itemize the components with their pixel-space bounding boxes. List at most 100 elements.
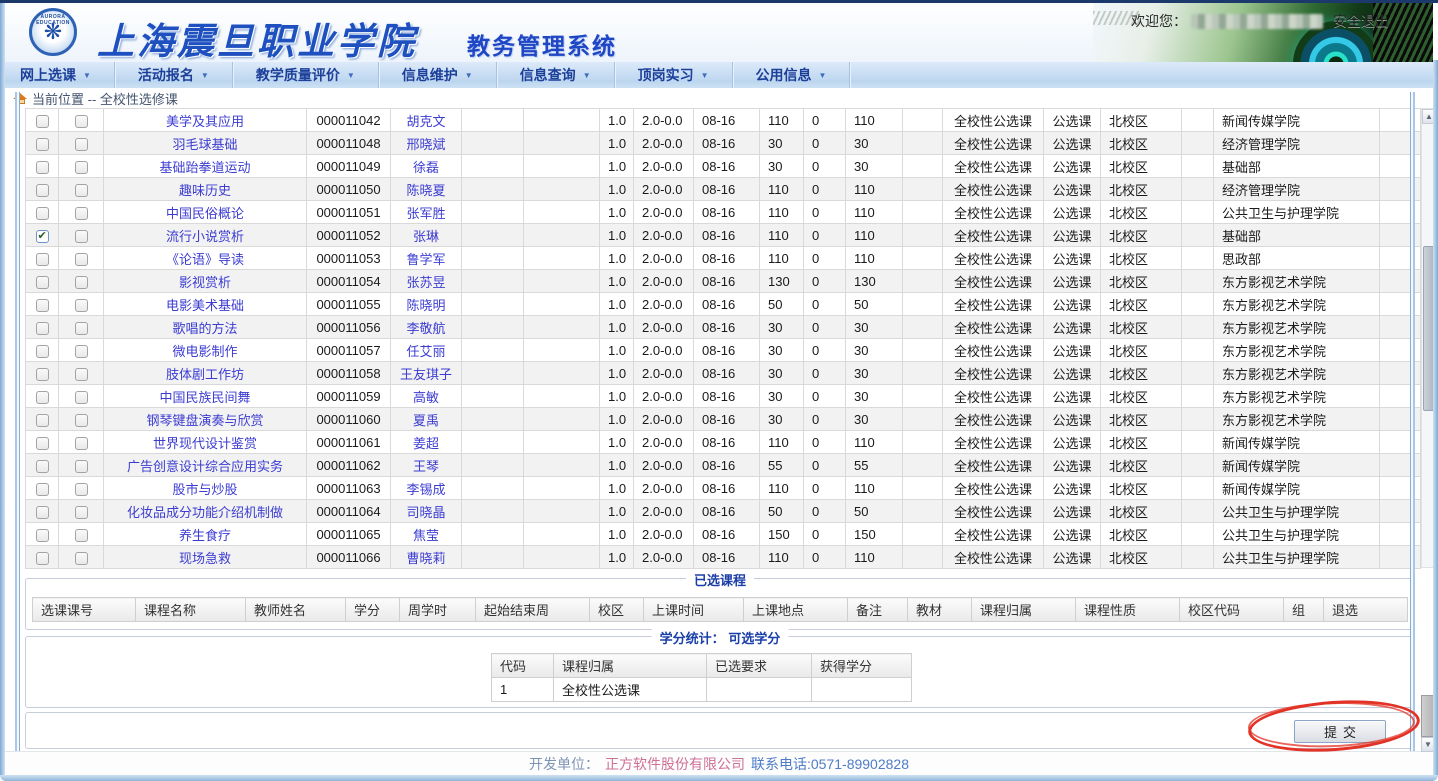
select-checkbox[interactable] [35,413,49,427]
teacher-name-link[interactable]: 王琴 [413,459,439,474]
course-name-link[interactable]: 流行小说赏析 [166,229,244,244]
course-name-link[interactable]: 现场急救 [179,551,231,566]
course-name-link[interactable]: 羽毛球基础 [172,137,237,152]
logout-link[interactable]: 安全退出 [1333,11,1389,31]
teacher-name-link[interactable]: 曹晓莉 [406,551,445,566]
nav-item-3[interactable]: 信息维护 ▼ [379,62,497,88]
course-name-link[interactable]: 养生食疗 [179,528,231,543]
course-name-link[interactable]: 电影美术基础 [166,298,244,313]
teacher-name-link[interactable]: 陈晓明 [406,298,445,313]
secondary-checkbox[interactable] [74,160,88,174]
course-name-link[interactable]: 基础跆拳道运动 [159,160,250,175]
secondary-checkbox[interactable] [74,413,88,427]
secondary-checkbox[interactable] [74,528,88,542]
secondary-checkbox[interactable] [74,298,88,312]
select-checkbox[interactable] [35,275,49,289]
secondary-checkbox[interactable] [74,367,88,381]
secondary-checkbox[interactable] [74,183,88,197]
course-name-link[interactable]: 美学及其应用 [166,114,244,129]
secondary-checkbox[interactable] [74,551,88,565]
submit-button[interactable]: 提交 [1294,720,1386,743]
select-checkbox[interactable] [35,482,49,496]
secondary-checkbox[interactable] [74,390,88,404]
course-name-link[interactable]: 化妆品成分功能介绍机制做 [127,505,283,520]
nav-item-5[interactable]: 顶岗实习 ▼ [615,62,733,88]
empty-cell [523,223,600,247]
teacher-name-link[interactable]: 陈晓夏 [406,183,445,198]
secondary-checkbox[interactable] [74,505,88,519]
select-checkbox[interactable] [35,183,49,197]
select-checkbox[interactable] [35,344,49,358]
course-credit: 1.0 [599,131,634,155]
nav-item-6[interactable]: 公用信息 ▼ [733,62,851,88]
course-name-link[interactable]: 股市与炒股 [172,482,237,497]
secondary-checkbox[interactable] [74,275,88,289]
teacher-name-link[interactable]: 姜超 [413,436,439,451]
secondary-checkbox[interactable] [74,482,88,496]
select-checkbox[interactable] [35,298,49,312]
course-name-link[interactable]: 广告创意设计综合应用实务 [127,459,283,474]
select-checkbox[interactable] [35,459,49,473]
select-checkbox[interactable] [35,528,49,542]
nav-item-1[interactable]: 活动报名 ▼ [115,62,233,88]
secondary-checkbox[interactable] [74,459,88,473]
course-remaining: 30 [845,338,903,362]
select-checkbox[interactable] [35,436,49,450]
course-name-link[interactable]: 肢体剧工作坊 [166,367,244,382]
teacher-name-link[interactable]: 李锡成 [406,482,445,497]
teacher-name-link[interactable]: 张军胜 [406,206,445,221]
course-selected: 0 [803,476,846,500]
secondary-checkbox[interactable] [74,252,88,266]
course-name-link[interactable]: 影视赏析 [179,275,231,290]
select-checkbox[interactable] [35,321,49,335]
teacher-name-link[interactable]: 高敏 [413,390,439,405]
select-checkbox[interactable] [35,160,49,174]
select-checkbox[interactable] [35,390,49,404]
teacher-name-link[interactable]: 鲁学军 [406,252,445,267]
nav-item-0[interactable]: 网上选课 ▼ [5,62,115,88]
select-checkbox[interactable] [35,229,49,243]
course-college: 新闻传媒学院 [1213,108,1380,132]
course-name-link[interactable]: 钢琴键盘演奏与欣赏 [146,413,263,428]
select-checkbox[interactable] [35,367,49,381]
teacher-name-link[interactable]: 徐磊 [413,160,439,175]
teacher-name-link[interactable]: 夏禹 [413,413,439,428]
secondary-checkbox[interactable] [74,229,88,243]
teacher-name-link[interactable]: 任艾丽 [406,344,445,359]
teacher-name-link[interactable]: 李敬航 [406,321,445,336]
teacher-name-link[interactable]: 张苏昱 [406,275,445,290]
select-checkbox[interactable] [35,551,49,565]
credit-stats-header-row: 代码 课程归属 已选要求 获得学分 [491,653,912,678]
course-name-link[interactable]: 中国民族民间舞 [159,390,250,405]
secondary-checkbox[interactable] [74,321,88,335]
teacher-name-link[interactable]: 王友琪子 [400,367,452,382]
course-name-link[interactable]: 微电影制作 [172,344,237,359]
stats-cell: 1 [491,677,554,702]
course-name-link[interactable]: 《论语》导读 [166,252,244,267]
teacher-name-link[interactable]: 司晓晶 [406,505,445,520]
teacher-name-link[interactable]: 焦莹 [413,528,439,543]
teacher-name-link[interactable]: 张琳 [413,229,439,244]
nav-item-4[interactable]: 信息查询 ▼ [497,62,615,88]
course-weeks: 08-16 [693,499,760,523]
course-name-link[interactable]: 中国民俗概论 [166,206,244,221]
select-checkbox[interactable] [35,137,49,151]
teacher-name-link[interactable]: 胡克文 [406,114,445,129]
select-checkbox[interactable] [35,252,49,266]
secondary-checkbox[interactable] [74,436,88,450]
course-college: 东方影视艺术学院 [1213,269,1380,293]
course-name-link[interactable]: 世界现代设计鉴赏 [153,436,257,451]
secondary-checkbox[interactable] [74,114,88,128]
select-checkbox[interactable] [35,206,49,220]
window-bottom-edge [0,775,1438,781]
select-checkbox[interactable] [35,114,49,128]
nav-item-2[interactable]: 教学质量评价 ▼ [233,62,379,88]
secondary-checkbox[interactable] [74,137,88,151]
secondary-checkbox[interactable] [74,344,88,358]
teacher-name-link[interactable]: 邢晓斌 [406,137,445,152]
secondary-checkbox[interactable] [74,206,88,220]
course-selected: 0 [803,453,846,477]
course-name-link[interactable]: 趣味历史 [179,183,231,198]
course-name-link[interactable]: 歌唱的方法 [172,321,237,336]
select-checkbox[interactable] [35,505,49,519]
